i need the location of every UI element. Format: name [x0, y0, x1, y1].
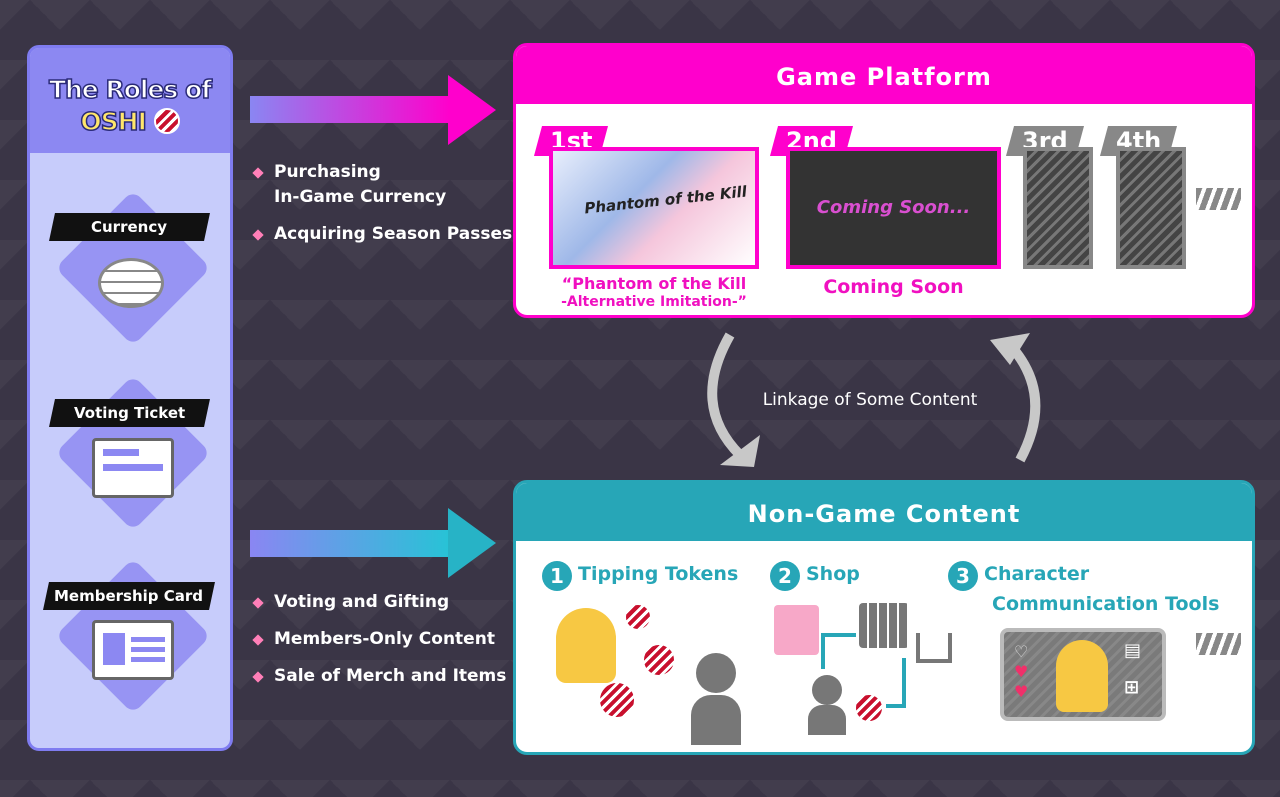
arrow-to-nongame-head: [448, 508, 496, 578]
title-oshi: OSHI: [80, 106, 148, 137]
oshi-coin-icon: [153, 108, 180, 134]
id-card-icon: [92, 620, 174, 680]
character-illustration: [556, 608, 616, 683]
bullet-item: Purchasing In-Game Currency: [250, 160, 512, 210]
role-badge-voting-ticket: Voting Ticket: [49, 399, 210, 427]
role-badge-membership-card: Membership Card: [43, 582, 215, 610]
nongame-bullets: Voting and Gifting Members-Only Content …: [250, 590, 506, 701]
game-2-caption: Coming Soon: [823, 276, 964, 298]
bullet-item: Sale of Merch and Items: [250, 664, 506, 689]
token-icon: [624, 603, 652, 631]
token-icon: [598, 681, 636, 719]
tshirt-icon: [774, 605, 819, 655]
more-slashes-icon: [1196, 633, 1241, 655]
communication-screen: ♡ ♥ ♥ ▤ ⊞: [1000, 628, 1166, 721]
game-platform-box: Game Platform 1st Phantom of the Kill “P…: [513, 43, 1255, 318]
fan-body: [691, 695, 741, 745]
game-1-caption: “Phantom of the Kill -Alternative Imitati…: [561, 274, 747, 310]
coins-icon: [98, 258, 164, 308]
roles-title: The Roles of OSHI: [30, 48, 230, 153]
game-platform-title: Game Platform: [516, 46, 1252, 104]
token-icon: [642, 643, 676, 677]
arrow-to-game-shaft: [250, 96, 450, 123]
chat-icon: ▤: [1124, 640, 1142, 661]
role-badge-currency: Currency: [49, 213, 210, 241]
arrow-to-game-head: [448, 75, 496, 145]
buyer-body: [808, 705, 846, 735]
store-icon: [859, 603, 909, 648]
cart-icon: [916, 633, 952, 663]
coming-soon-screen: Coming Soon...: [786, 147, 1001, 269]
communication-tools-heading: 3 Character Communication Tools: [948, 561, 1219, 617]
bullet-item: Acquiring Season Passes: [250, 222, 512, 247]
game-logo: Phantom of the Kill: [583, 182, 748, 218]
shop-heading: 2 Shop: [770, 561, 860, 591]
linkage-label: Linkage of Some Content: [762, 390, 978, 410]
token-icon: [854, 693, 884, 723]
roles-panel: The Roles of OSHI Currency Voting Ticket…: [27, 45, 233, 751]
arrow-to-nongame-shaft: [250, 530, 450, 557]
hearts-icon: ♡ ♥ ♥: [1014, 642, 1029, 701]
ticket-icon: [92, 438, 174, 498]
flow-arrow: [886, 658, 906, 708]
fan-figure-icon: [696, 653, 736, 693]
gift-icon: ⊞: [1124, 677, 1140, 698]
buyer-icon: [812, 675, 842, 705]
title-line-1: The Roles of: [48, 74, 213, 105]
non-game-title: Non-Game Content: [516, 483, 1252, 541]
more-slashes-icon: [1196, 188, 1241, 210]
tipping-tokens-heading: 1 Tipping Tokens: [542, 561, 738, 591]
non-game-box: Non-Game Content 1 Tipping Tokens 2 Shop 3…: [513, 480, 1255, 755]
slot-3-placeholder: [1023, 147, 1093, 269]
slot-4-placeholder: [1116, 147, 1186, 269]
flow-arrow: [821, 633, 856, 669]
game-bullets: Purchasing In-Game Currency Acquiring Se…: [250, 160, 512, 259]
bullet-item: Voting and Gifting: [250, 590, 506, 615]
character-illustration: [1056, 640, 1108, 712]
bullet-item: Members-Only Content: [250, 627, 506, 652]
game-key-art: Phantom of the Kill: [549, 147, 759, 269]
